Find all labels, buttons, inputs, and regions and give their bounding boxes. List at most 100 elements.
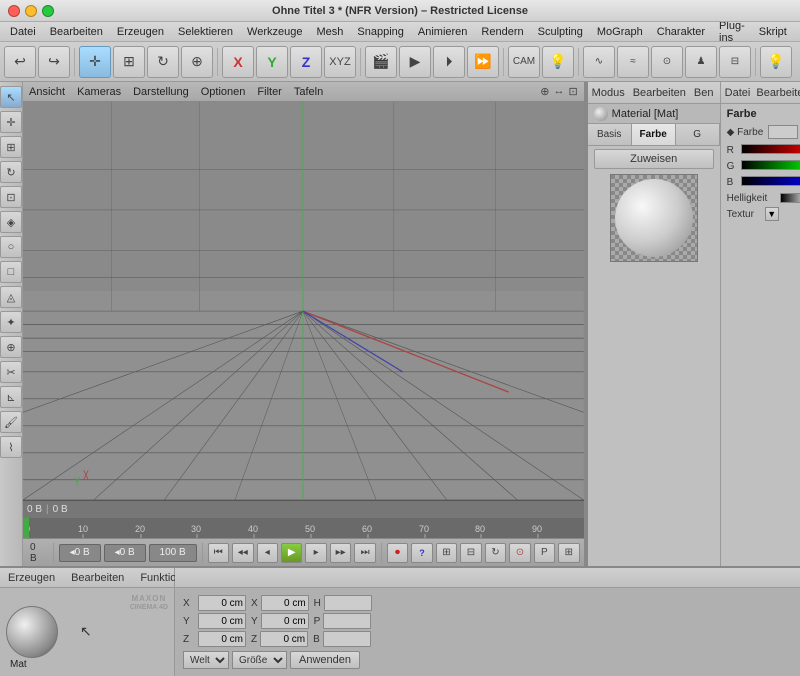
coord-h-input[interactable] xyxy=(324,595,372,611)
minimize-button[interactable] xyxy=(25,5,37,17)
coord-x2-input[interactable] xyxy=(261,595,309,611)
toolbar-btn-move[interactable]: ✛ xyxy=(79,46,111,78)
play-prev-frame[interactable]: ◂ xyxy=(257,543,278,563)
coord-welt-dropdown[interactable]: Welt xyxy=(183,651,229,669)
vp-menu-ansicht[interactable]: Ansicht xyxy=(29,86,65,98)
play-record[interactable]: ⏺ xyxy=(387,543,408,563)
menu-mesh[interactable]: Mesh xyxy=(310,25,349,39)
menu-animieren[interactable]: Animieren xyxy=(412,25,474,39)
toolbar-btn-y[interactable]: Y xyxy=(256,46,288,78)
vp-menu-filter[interactable]: Filter xyxy=(257,86,281,98)
toolbar-btn-scale[interactable]: ⊞ xyxy=(113,46,145,78)
material-sphere-thumbnail[interactable] xyxy=(6,606,58,658)
toolbar-btn-render-region[interactable]: 🎬 xyxy=(365,46,397,78)
left-btn-paint[interactable]: 🖌 xyxy=(0,411,22,433)
menu-sculpting[interactable]: Sculpting xyxy=(532,25,589,39)
left-btn-6[interactable]: ◈ xyxy=(0,211,22,233)
play-snap2[interactable]: ⊟ xyxy=(460,543,481,563)
menu-charakter[interactable]: Charakter xyxy=(651,25,711,39)
menu-selektieren[interactable]: Selektieren xyxy=(172,25,239,39)
toolbar-btn-xyz[interactable]: XYZ xyxy=(324,46,356,78)
play-snap6[interactable]: ⊞ xyxy=(558,543,579,563)
rp-tab-ben[interactable]: Ben xyxy=(694,87,714,99)
frame-min-input[interactable] xyxy=(104,544,146,562)
toolbar-btn-deform[interactable]: ≈ xyxy=(617,46,649,78)
farbe-color-swatch[interactable] xyxy=(768,125,798,139)
mat-panel-tab-bearbeiten[interactable]: Bearbeiten xyxy=(67,571,128,585)
left-btn-7[interactable]: ○ xyxy=(0,236,22,258)
coord-groesse-dropdown[interactable]: Größe xyxy=(232,651,287,669)
vp-menu-tafeln[interactable]: Tafeln xyxy=(294,86,323,98)
toolbar-btn-z[interactable]: Z xyxy=(290,46,322,78)
play-next-key[interactable]: ▸▸ xyxy=(330,543,351,563)
play-goto-end[interactable]: ⏭ xyxy=(354,543,375,563)
left-btn-magnet[interactable]: ⊾ xyxy=(0,386,22,408)
vp-menu-darstellung[interactable]: Darstellung xyxy=(133,86,189,98)
mat-panel-tab-erzeugen[interactable]: Erzeugen xyxy=(4,571,59,585)
play-goto-start[interactable]: ⏮ xyxy=(208,543,229,563)
left-btn-10[interactable]: ✦ xyxy=(0,311,22,333)
play-next-frame[interactable]: ▸ xyxy=(305,543,326,563)
menu-skript[interactable]: Skript xyxy=(753,25,793,39)
toolbar-btn-scene[interactable]: ⊙ xyxy=(651,46,683,78)
helligkeit-slider[interactable] xyxy=(780,193,800,203)
vp-menu-kameras[interactable]: Kameras xyxy=(77,86,121,98)
b-slider[interactable] xyxy=(741,176,800,188)
coord-b-input[interactable] xyxy=(323,631,371,647)
left-btn-move[interactable]: ✛ xyxy=(0,111,22,133)
play-snap5[interactable]: P xyxy=(534,543,555,563)
toolbar-btn-cam[interactable]: CAM xyxy=(508,46,540,78)
toolbar-btn-transform[interactable]: ⊕ xyxy=(181,46,213,78)
toolbar-btn-render3[interactable]: ⏩ xyxy=(467,46,499,78)
mat-tab-basis[interactable]: Basis xyxy=(588,124,632,145)
maximize-button[interactable] xyxy=(42,5,54,17)
toolbar-btn-undo[interactable]: ↩ xyxy=(4,46,36,78)
toolbar-btn-redo[interactable]: ↪ xyxy=(38,46,70,78)
g-slider[interactable] xyxy=(741,160,800,172)
toolbar-btn-light[interactable]: 💡 xyxy=(542,46,574,78)
vp-menu-optionen[interactable]: Optionen xyxy=(201,86,246,98)
left-btn-rotate[interactable]: ↻ xyxy=(0,161,22,183)
coord-z-input[interactable] xyxy=(198,631,246,647)
play-snap1[interactable]: ⊞ xyxy=(436,543,457,563)
toolbar-btn-floor[interactable]: ⊟ xyxy=(719,46,751,78)
menu-erzeugen[interactable]: Erzeugen xyxy=(111,25,170,39)
left-btn-knife[interactable]: ✂ xyxy=(0,361,22,383)
play-snap3[interactable]: ↻ xyxy=(485,543,506,563)
toolbar-btn-render[interactable]: ▶ xyxy=(399,46,431,78)
attr-bearbeiten[interactable]: Bearbeiten xyxy=(756,87,800,99)
left-btn-8[interactable]: □ xyxy=(0,261,22,283)
left-btn-11[interactable]: ⊕ xyxy=(0,336,22,358)
play-prev-key[interactable]: ◂◂ xyxy=(232,543,253,563)
rp-tab-bearbeiten[interactable]: Bearbeiten xyxy=(633,87,686,99)
vp-icon-3[interactable]: ⊡ xyxy=(568,85,577,98)
menu-mograph[interactable]: MoGraph xyxy=(591,25,649,39)
attr-datei[interactable]: Datei xyxy=(725,87,751,99)
menu-rendern[interactable]: Rendern xyxy=(475,25,529,39)
mat-tab-farbe[interactable]: Farbe xyxy=(632,124,676,145)
toolbar-btn-bulb[interactable]: 💡 xyxy=(760,46,792,78)
play-snap4[interactable]: ⊙ xyxy=(509,543,530,563)
frame-max-input[interactable] xyxy=(149,544,197,562)
coord-y2-input[interactable] xyxy=(261,613,309,629)
toolbar-btn-x[interactable]: X xyxy=(222,46,254,78)
left-btn-9[interactable]: ◬ xyxy=(0,286,22,308)
frame-start-input[interactable] xyxy=(59,544,101,562)
menu-fenster[interactable]: Fenster xyxy=(795,25,800,39)
close-button[interactable] xyxy=(8,5,20,17)
coord-z2-input[interactable] xyxy=(260,631,308,647)
coord-y-input[interactable] xyxy=(198,613,246,629)
zuweisen-button[interactable]: Zuweisen xyxy=(594,149,714,169)
toolbar-btn-spline[interactable]: ∿ xyxy=(583,46,615,78)
toolbar-btn-render2[interactable]: ⏵ xyxy=(433,46,465,78)
rp-tab-modus[interactable]: Modus xyxy=(592,87,625,99)
menu-plugins[interactable]: Plug-ins xyxy=(713,19,751,45)
menu-datei[interactable]: Datei xyxy=(4,25,42,39)
menu-werkzeuge[interactable]: Werkzeuge xyxy=(241,25,308,39)
left-btn-5[interactable]: ⊡ xyxy=(0,186,22,208)
play-info[interactable]: ? xyxy=(411,543,432,563)
anwenden-button[interactable]: Anwenden xyxy=(290,651,360,669)
left-btn-select[interactable]: ↖ xyxy=(0,86,22,108)
r-slider[interactable] xyxy=(741,144,800,156)
vp-icon-2[interactable]: ↔ xyxy=(553,85,564,98)
